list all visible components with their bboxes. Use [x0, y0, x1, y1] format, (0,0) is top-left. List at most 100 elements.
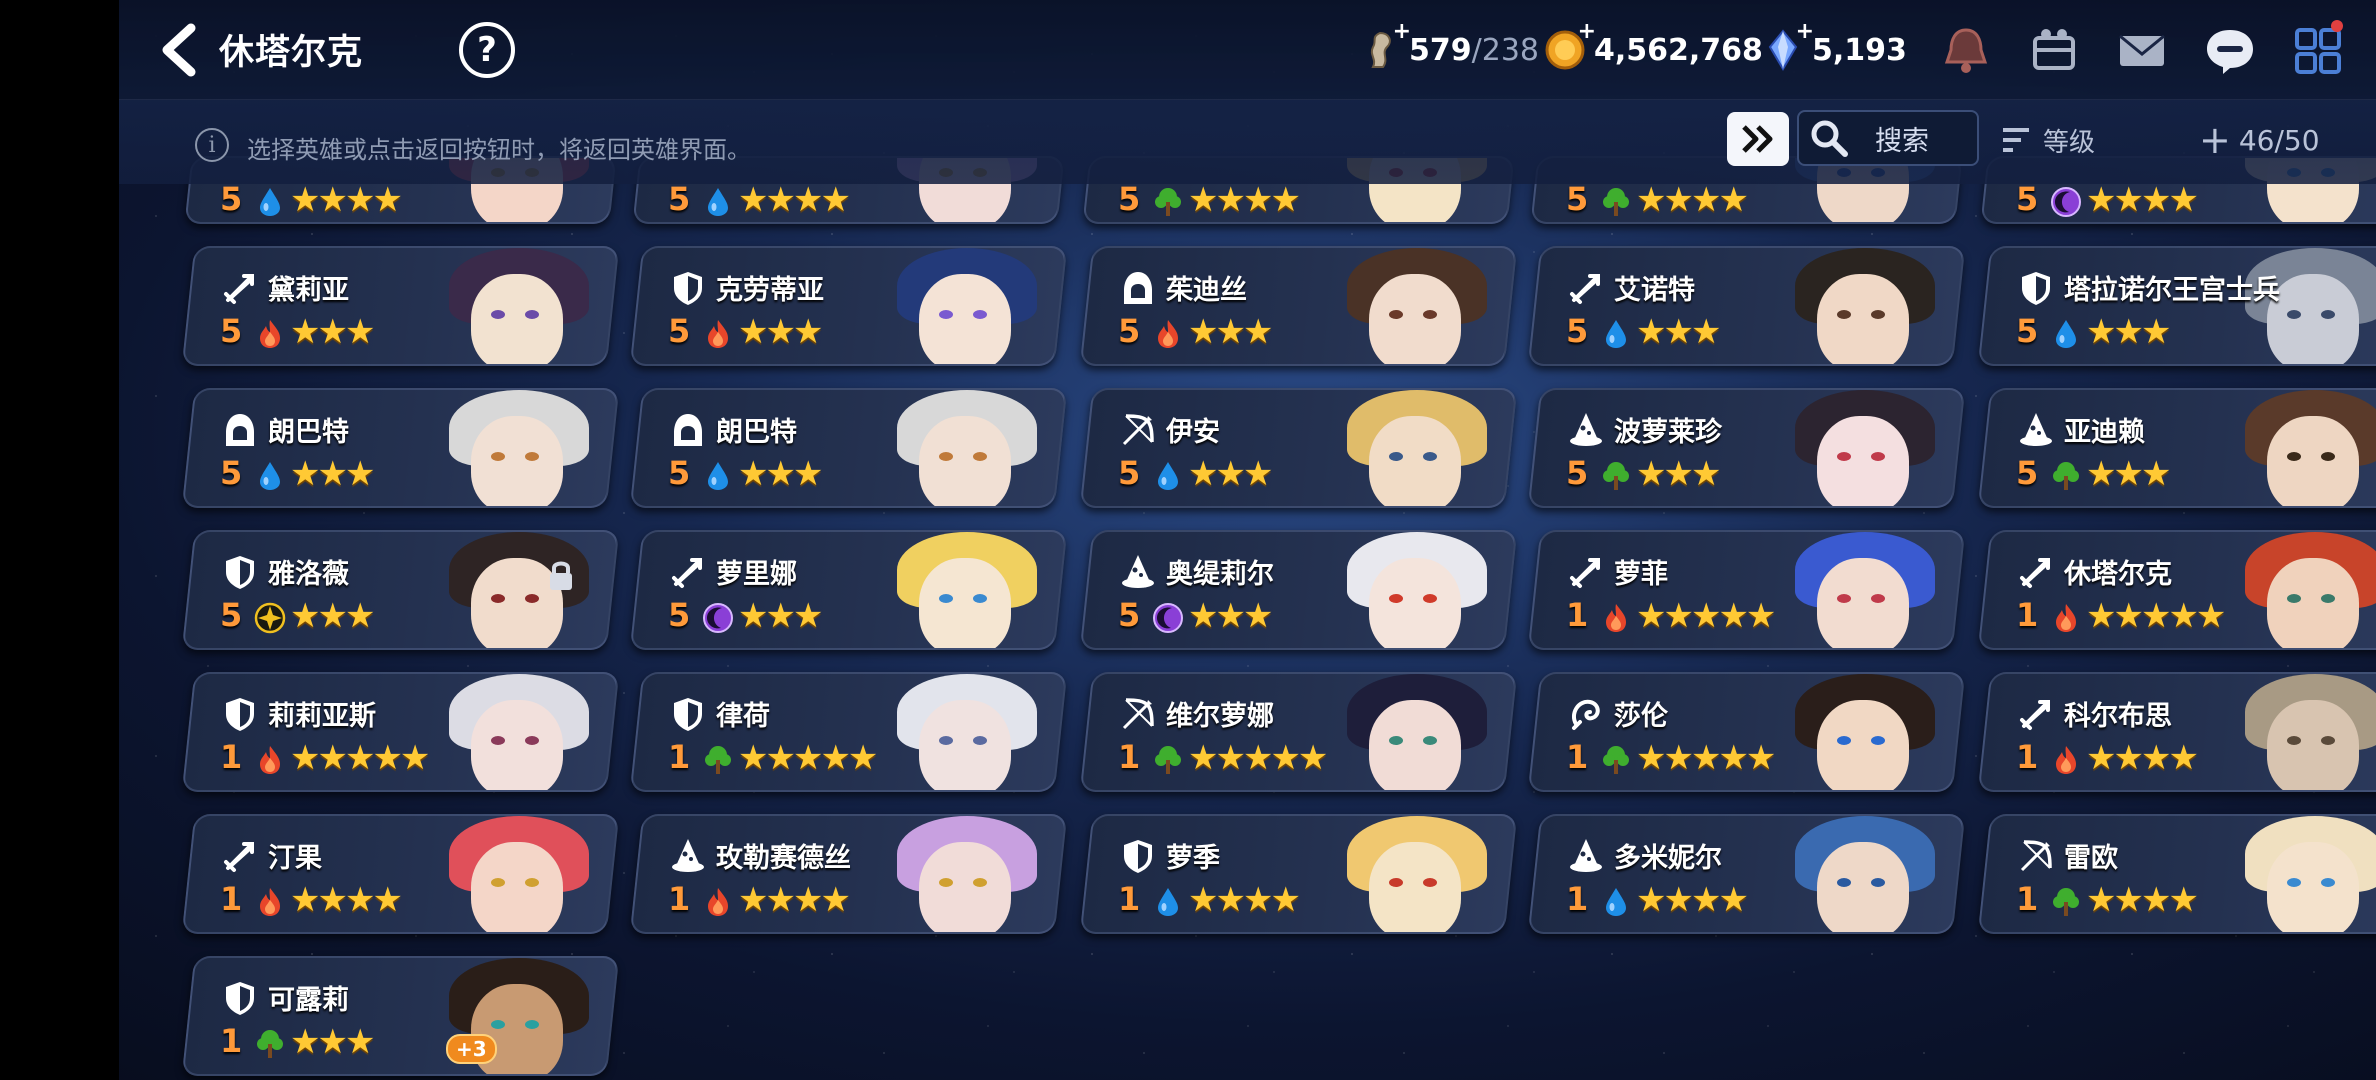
star-rating: ★★★★★ [1188, 738, 1326, 778]
star-rating: ★★★★ [2086, 880, 2196, 920]
water-element-icon [1152, 886, 1184, 918]
hero-card[interactable]: 萝菲 1 ★★★★★ [1527, 530, 1966, 650]
hero-card[interactable]: 休塔尔克 1 ★★★★★ [1977, 530, 2376, 650]
hero-portrait [859, 248, 1059, 366]
hero-card[interactable]: 莎伦 1 ★★★★★ [1527, 672, 1966, 792]
hero-card[interactable]: 萝季 1 ★★★★ [1079, 814, 1518, 934]
star-rating: ★★★★ [1636, 180, 1746, 220]
hero-card[interactable]: 朗巴特 5 ★★★ [181, 388, 620, 508]
left-black-bar [0, 0, 119, 1080]
hero-portrait [859, 816, 1059, 934]
hero-card-content: 奥缇莉尔 5 ★★★ [1088, 532, 1509, 650]
help-button[interactable]: ? [459, 22, 515, 78]
fire-element-icon [1600, 602, 1632, 634]
hero-name: 莎伦 [1614, 701, 1668, 732]
fire-element-icon [254, 744, 286, 776]
enhance-badge: +3 [446, 1034, 497, 1064]
hero-name: 可露莉 [268, 985, 349, 1016]
hero-portrait [1757, 674, 1957, 792]
hero-card[interactable]: 艾诺特 5 ★★★ [1527, 246, 1966, 366]
chat-button[interactable] [2201, 22, 2259, 80]
hero-card-content: 律荷 1 ★★★★★ [638, 674, 1059, 792]
sword-class-icon [2016, 694, 2056, 734]
water-element-icon [702, 186, 734, 218]
hero-level: 5 [1118, 454, 1141, 492]
hero-card-content: 塔拉诺尔王宫士兵 5 ★★★ [1986, 248, 2376, 366]
star-rating: ★★★★★ [1636, 596, 1774, 636]
earth-element-icon [254, 1028, 286, 1060]
hero-level: 1 [2016, 738, 2039, 776]
sword-class-icon [220, 268, 260, 308]
hood-class-icon [1118, 268, 1158, 308]
hero-card[interactable]: 可露莉 1 ★★★ +3 [181, 956, 620, 1076]
hero-card[interactable]: 亚迪赖 5 ★★★ [1977, 388, 2376, 508]
bow-class-icon [1118, 410, 1158, 450]
hero-name: 朗巴特 [268, 417, 349, 448]
hero-list-button[interactable] [2025, 22, 2083, 80]
hero-card-content: 艾诺特 5 ★★★ [1536, 248, 1957, 366]
hero-name: 萝菲 [1614, 559, 1668, 590]
hero-card[interactable]: 波萝莱珍 5 ★★★ [1527, 388, 1966, 508]
hero-name: 艾诺特 [1614, 275, 1695, 306]
search-input[interactable]: 搜索 [1797, 110, 1979, 166]
hero-name: 雅洛薇 [268, 559, 349, 590]
hero-card[interactable]: 汀果 1 ★★★★ [181, 814, 620, 934]
hero-card-content: 汀果 1 ★★★★ [190, 816, 611, 934]
hero-card[interactable]: 朗巴特 5 ★★★ [629, 388, 1068, 508]
star-rating: ★★★ [1188, 312, 1271, 352]
hero-card[interactable]: 多米妮尔 1 ★★★★ [1527, 814, 1966, 934]
earth-element-icon [2050, 886, 2082, 918]
hero-card[interactable]: 克劳蒂亚 5 ★★★ [629, 246, 1068, 366]
stamina-counter[interactable]: + 579/238 [1359, 19, 1539, 78]
star-rating: ★★★★★ [738, 738, 876, 778]
hero-card[interactable]: 茱迪丝 5 ★★★ [1079, 246, 1518, 366]
hero-level: 5 [668, 454, 691, 492]
hero-card[interactable]: 萝里娜 5 ★★★ [629, 530, 1068, 650]
hero-level: 5 [1566, 454, 1589, 492]
hero-card[interactable]: 莉莉亚斯 1 ★★★★★ [181, 672, 620, 792]
hero-portrait [2207, 248, 2376, 366]
star-rating: ★★★★★ [2086, 596, 2224, 636]
hero-portrait [1757, 816, 1957, 934]
star-rating: ★★★★ [1188, 180, 1298, 220]
grid-menu-button[interactable] [2289, 20, 2347, 80]
expand-capacity-button[interactable]: + 46/50 [2199, 118, 2320, 162]
hero-level: 1 [220, 738, 243, 776]
earth-element-icon [1600, 460, 1632, 492]
hero-name: 雷欧 [2064, 843, 2118, 874]
hero-card-content: 萝季 1 ★★★★ [1088, 816, 1509, 934]
hero-level: 1 [220, 880, 243, 918]
hero-card-content: 萝菲 1 ★★★★★ [1536, 532, 1957, 650]
shield-class-icon [220, 552, 260, 592]
back-button[interactable] [149, 18, 209, 82]
hero-name: 莉莉亚斯 [268, 701, 376, 732]
search-icon [1811, 120, 1848, 157]
hero-card[interactable]: 律荷 1 ★★★★★ [629, 672, 1068, 792]
hero-card[interactable]: 奥缇莉尔 5 ★★★ [1079, 530, 1518, 650]
hero-card[interactable]: 黛莉亚 5 ★★★ [181, 246, 620, 366]
gold-counter[interactable]: + 4,562,768 [1544, 19, 1763, 78]
star-rating: ★★★ [1188, 596, 1271, 636]
hero-card[interactable]: 雷欧 1 ★★★★ [1977, 814, 2376, 934]
hero-card[interactable]: 玫勒赛德丝 1 ★★★★ [629, 814, 1068, 934]
mail-icon [2119, 34, 2165, 66]
hero-card[interactable]: 维尔萝娜 1 ★★★★★ [1079, 672, 1518, 792]
hero-card[interactable]: 雅洛薇 5 ★★★ [181, 530, 620, 650]
skip-button[interactable] [1727, 112, 1789, 166]
info-icon: i [195, 128, 229, 162]
hero-card[interactable]: 伊安 5 ★★★ [1079, 388, 1518, 508]
star-rating: ★★★★★ [290, 738, 428, 778]
hero-portrait [411, 390, 611, 508]
notification-button[interactable] [1937, 22, 1995, 80]
sort-button[interactable]: 等级 [1999, 118, 2095, 162]
mail-button[interactable] [2113, 22, 2171, 80]
stamina-icon: + [1359, 19, 1411, 71]
search-label: 搜索 [1875, 125, 1929, 157]
hero-card[interactable]: 科尔布思 1 ★★★★ [1977, 672, 2376, 792]
crystal-counter[interactable]: + 5,193 [1762, 19, 1907, 78]
sort-label: 等级 [2043, 127, 2096, 158]
star-rating: ★★★★ [2086, 738, 2196, 778]
chat-icon [2207, 30, 2253, 74]
hero-card[interactable]: 塔拉诺尔王宫士兵 5 ★★★ [1977, 246, 2376, 366]
hero-card-content: 雷欧 1 ★★★★ [1986, 816, 2376, 934]
